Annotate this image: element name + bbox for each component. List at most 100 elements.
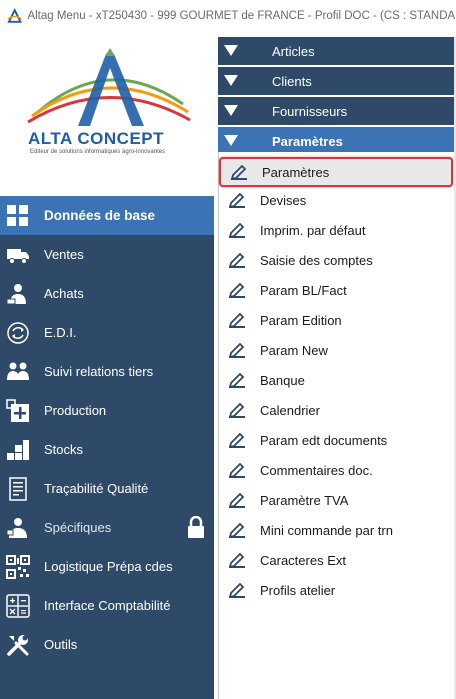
logo-mark [27,48,191,126]
submenu-item-label: Param New [260,342,328,358]
buyer-icon [5,281,31,307]
pen-icon [228,552,245,568]
sidebar-item-label: Données de base [44,208,156,223]
submenu-item-label: Calendrier [260,402,320,418]
submenu-item-banque[interactable]: Banque [219,366,455,394]
submenu-item-parametre-tva[interactable]: Paramètre TVA [219,486,455,514]
submenu-item-calendrier[interactable]: Calendrier [219,396,455,424]
expand-triangle-icon [224,45,238,56]
sidebar-item-label: Achats [44,286,84,301]
expand-triangle-icon [224,75,238,86]
sidebar-item-label: Suivi relations tiers [44,364,154,379]
sidebar-item-interface-comptabilite[interactable]: Interface Comptabilité [0,586,214,625]
sidebar-item-tracabilite-qualite[interactable]: Traçabilité Qualité [0,469,214,508]
app-icon [7,8,23,23]
pen-icon [228,342,245,358]
sidebar: Données de base Ventes Achats E.D.I. Sui… [0,196,214,699]
accordion-header-clients[interactable]: Clients [218,67,456,95]
stocks-icon [5,437,31,463]
production-icon [5,398,31,424]
lock-icon [188,516,204,538]
logo-brand: ALTA CONCEPT [28,129,165,148]
pen-icon [228,282,245,298]
submenu-item-profils-atelier[interactable]: Profils atelier [219,576,455,604]
sidebar-item-specifiques[interactable]: Spécifiques [0,508,214,547]
handshake-icon [5,515,31,541]
submenu-item-imprim-par-defaut[interactable]: Imprim. par défaut [219,216,455,244]
submenu-item-label: Imprim. par défaut [260,222,366,238]
submenu-item-label: Devises [260,192,307,208]
accordion-header-label: Clients [272,73,312,89]
pen-icon [228,462,245,478]
sidebar-item-logistique-prepa-cdes[interactable]: Logistique Prépa cdes [0,547,214,586]
submenu-item-param-edition[interactable]: Param Edition [219,306,455,334]
submenu-item-devises[interactable]: Devises [219,186,455,214]
submenu-item-label: Caracteres Ext [260,552,346,568]
sidebar-item-label: Interface Comptabilité [44,598,171,613]
submenu-item-commentaires-doc[interactable]: Commentaires doc. [219,456,455,484]
expand-triangle-icon [224,135,238,146]
title-bar: Altag Menu - xT250430 - 999 GOURMET de F… [0,0,456,32]
sidebar-item-label: Traçabilité Qualité [44,481,149,496]
submenu-list: Paramètres Devises Imprim. par défaut Sa… [218,152,456,699]
logo-tagline: Editeur de solutions informatiques agro-… [30,149,166,155]
grid-icon [5,203,31,229]
truck-icon [5,242,31,268]
submenu-item-saisie-des-comptes[interactable]: Saisie des comptes [219,246,455,274]
sidebar-item-production[interactable]: Production [0,391,214,430]
sidebar-item-edi[interactable]: E.D.I. [0,313,214,352]
submenu-item-label: Saisie des comptes [260,252,373,268]
pen-icon [228,192,245,208]
exchange-icon [5,320,31,346]
pen-icon [230,164,247,180]
people-icon [5,359,31,385]
submenu-item-param-bl-fact[interactable]: Param BL/Fact [219,276,455,304]
pen-icon [228,252,245,268]
sidebar-item-label: Spécifiques [44,520,112,535]
submenu-item-label: Profils atelier [260,582,336,598]
submenu-item-parametres[interactable]: Paramètres [219,157,453,187]
submenu-item-label: Paramètres [262,164,330,180]
sidebar-item-label: Outils [44,637,78,652]
pen-icon [228,372,245,388]
pen-icon [228,492,245,508]
submenu-item-label: Param Edition [260,312,342,328]
sidebar-item-label: E.D.I. [44,325,77,340]
submenu-item-label: Banque [260,372,305,388]
submenu-item-mini-commande-par-trn[interactable]: Mini commande par trn [219,516,455,544]
expand-triangle-icon [224,105,238,116]
pen-icon [228,312,245,328]
window-title: Altag Menu - xT250430 - 999 GOURMET de F… [27,10,456,22]
accordion-header-parametres[interactable]: Paramètres [218,127,456,155]
sidebar-item-label: Ventes [44,247,84,262]
calculator-icon [5,593,31,619]
accordion-header-label: Articles [272,43,315,59]
sidebar-item-donnees-de-base[interactable]: Données de base [0,196,214,235]
submenu-item-caracteres-ext[interactable]: Caracteres Ext [219,546,455,574]
submenu-item-label: Commentaires doc. [260,462,373,478]
submenu-item-param-edt-documents[interactable]: Param edt documents [219,426,455,454]
sidebar-item-label: Production [44,403,107,418]
accordion: Articles Clients Fournisseurs Paramètres [218,37,456,157]
sidebar-item-outils[interactable]: Outils [0,625,214,664]
pen-icon [228,402,245,418]
tools-icon [5,632,31,658]
sidebar-item-stocks[interactable]: Stocks [0,430,214,469]
company-logo: ALTA CONCEPT Editeur de solutions inform… [18,42,198,182]
submenu-item-label: Paramètre TVA [260,492,349,508]
submenu-item-label: Param BL/Fact [260,282,347,298]
sidebar-item-label: Logistique Prépa cdes [44,559,173,574]
sidebar-item-ventes[interactable]: Ventes [0,235,214,274]
pen-icon [228,582,245,598]
pen-icon [228,222,245,238]
accordion-header-fournisseurs[interactable]: Fournisseurs [218,97,456,125]
sidebar-item-achats[interactable]: Achats [0,274,214,313]
pen-icon [228,432,245,448]
sidebar-item-suivi-relations-tiers[interactable]: Suivi relations tiers [0,352,214,391]
sidebar-item-label: Stocks [44,442,84,457]
document-icon [5,476,31,502]
submenu-item-label: Param edt documents [260,432,388,448]
accordion-header-articles[interactable]: Articles [218,37,456,65]
qrcode-icon [5,554,31,580]
submenu-item-param-new[interactable]: Param New [219,336,455,364]
